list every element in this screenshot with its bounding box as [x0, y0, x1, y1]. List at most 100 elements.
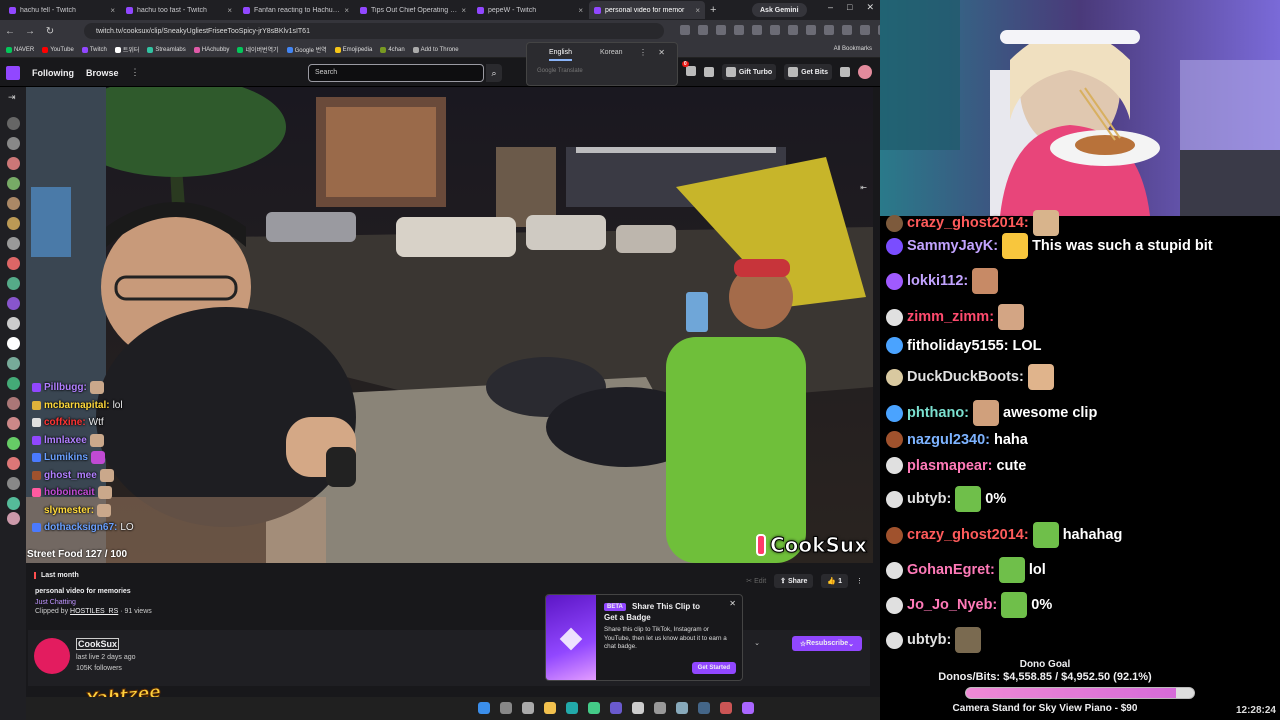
bookmark-item[interactable]: Streamlabs: [147, 46, 186, 53]
search-icon[interactable]: ⌕: [486, 64, 502, 82]
more-options-icon[interactable]: ⋮: [856, 577, 863, 585]
more-options-icon[interactable]: ⋮: [639, 48, 647, 57]
all-bookmarks-button[interactable]: All Bookmarks: [834, 46, 872, 52]
sidebar-channel-avatar[interactable]: [7, 157, 20, 170]
extension-icon[interactable]: [806, 25, 816, 35]
browse-link[interactable]: Browse: [86, 68, 119, 78]
sidebar-channel-avatar[interactable]: [7, 337, 20, 350]
collapse-icon[interactable]: ⇤: [860, 183, 867, 192]
more-icon[interactable]: ⋮: [131, 67, 140, 78]
close-icon[interactable]: ✕: [658, 48, 665, 57]
channel-name[interactable]: CookSux: [76, 638, 120, 650]
extension-icon[interactable]: [824, 25, 834, 35]
crown-icon[interactable]: [840, 67, 850, 77]
tab-english[interactable]: English: [549, 49, 572, 61]
extension-icon[interactable]: [860, 25, 870, 35]
tab-6-active[interactable]: personal video for memor ×: [589, 1, 705, 19]
app-icon[interactable]: [720, 702, 732, 714]
sidebar-channel-avatar[interactable]: [7, 477, 20, 490]
tab-3[interactable]: Fanfan reacting to Hachus vid ×: [238, 1, 354, 19]
sidebar-channel-avatar[interactable]: [7, 437, 20, 450]
tab-1[interactable]: hachu fell - Twitch ×: [4, 1, 120, 19]
maximize-icon[interactable]: □: [847, 2, 852, 13]
extension-icon[interactable]: [842, 25, 852, 35]
close-icon[interactable]: ×: [461, 6, 466, 15]
sidebar-channel-avatar[interactable]: [7, 377, 20, 390]
category-link[interactable]: Just Chatting: [35, 599, 76, 606]
file-explorer-icon[interactable]: [544, 702, 556, 714]
reload-icon[interactable]: ↻: [40, 26, 60, 37]
bookmark-item[interactable]: Google 번역: [286, 45, 327, 54]
steam-icon[interactable]: [698, 702, 710, 714]
tab-korean[interactable]: Korean: [600, 49, 623, 61]
close-window-icon[interactable]: ✕: [866, 2, 874, 13]
tab-4[interactable]: Tips Out Chief Operating Offic ×: [355, 1, 471, 19]
obs-icon[interactable]: [632, 702, 644, 714]
sidebar-channel-avatar[interactable]: [7, 197, 20, 210]
notifications-icon[interactable]: 0: [681, 61, 696, 78]
bookmark-item[interactable]: HAchubby: [193, 46, 229, 53]
extension-icon[interactable]: [788, 25, 798, 35]
get-bits-button[interactable]: Get Bits: [784, 64, 832, 80]
task-view-icon[interactable]: [522, 702, 534, 714]
sidebar-channel-avatar[interactable]: [7, 137, 20, 150]
following-link[interactable]: Following: [32, 68, 74, 78]
search-input[interactable]: Search: [308, 64, 484, 82]
sidebar-channel-avatar[interactable]: [7, 277, 20, 290]
sidebar-channel-avatar[interactable]: [7, 497, 20, 510]
app-icon[interactable]: [676, 702, 688, 714]
sidebar-channel-avatar[interactable]: [7, 512, 20, 525]
sidebar-channel-avatar[interactable]: [7, 317, 20, 330]
close-icon[interactable]: ×: [110, 6, 115, 15]
sidebar-channel-avatar[interactable]: [7, 117, 20, 130]
tab-5[interactable]: pepeW - Twitch ×: [472, 1, 588, 19]
twitch-logo-icon[interactable]: [6, 65, 20, 80]
user-avatar[interactable]: [858, 65, 872, 79]
bookmark-item[interactable]: Add to Throne: [412, 46, 459, 53]
close-icon[interactable]: ×: [578, 6, 583, 15]
url-field[interactable]: twitch.tv/cooksux/clip/SneakyUgliestFris…: [84, 23, 664, 39]
ask-gemini-button[interactable]: Ask Gemini: [752, 3, 807, 17]
sidebar-channel-avatar[interactable]: [7, 257, 20, 270]
close-icon[interactable]: ✕: [729, 599, 736, 608]
bookmark-item[interactable]: YouTube: [42, 46, 74, 53]
new-tab-button[interactable]: +: [710, 4, 716, 16]
tab-2[interactable]: hachu too fast - Twitch ×: [121, 1, 237, 19]
sidebar-channel-avatar[interactable]: [7, 417, 20, 430]
edge-icon[interactable]: [566, 702, 578, 714]
bookmark-item[interactable]: NAVER: [6, 46, 34, 53]
extension-icon[interactable]: [734, 25, 744, 35]
resubscribe-button[interactable]: ☆ Resubscribe ⌄: [791, 636, 862, 651]
share-button[interactable]: ⇪ Share: [774, 574, 814, 588]
app-icon[interactable]: [742, 702, 754, 714]
extension-icon[interactable]: [770, 25, 780, 35]
gift-turbo-button[interactable]: Gift Turbo: [721, 64, 777, 80]
bookmark-item[interactable]: 4chan: [380, 46, 405, 53]
bookmark-star-icon[interactable]: [698, 25, 708, 35]
bookmark-item[interactable]: 트위터: [114, 45, 139, 54]
back-icon[interactable]: ←: [0, 26, 20, 37]
translate-icon[interactable]: [680, 25, 690, 35]
sidebar-channel-avatar[interactable]: [7, 217, 20, 230]
search-icon[interactable]: [500, 702, 512, 714]
bookmark-item[interactable]: 네이버번역기: [237, 45, 279, 54]
discord-icon[interactable]: [610, 702, 622, 714]
close-icon[interactable]: ×: [695, 6, 700, 15]
extension-icon[interactable]: [716, 25, 726, 35]
close-icon[interactable]: ×: [344, 6, 349, 15]
sidebar-channel-avatar[interactable]: [7, 297, 20, 310]
sidebar-channel-avatar[interactable]: [7, 237, 20, 250]
sidebar-channel-avatar[interactable]: [7, 397, 20, 410]
whispers-icon[interactable]: [703, 67, 714, 77]
get-started-button[interactable]: Get Started: [691, 662, 736, 674]
minimize-icon[interactable]: –: [828, 2, 833, 13]
chrome-icon[interactable]: [588, 702, 600, 714]
clipper-link[interactable]: HOSTILES_RS: [70, 608, 118, 615]
bookmark-item[interactable]: Emojipedia: [334, 46, 372, 53]
extension-icon[interactable]: [752, 25, 762, 35]
chevron-down-icon[interactable]: ⌄: [754, 639, 760, 647]
close-icon[interactable]: ×: [227, 6, 232, 15]
sidebar-channel-avatar[interactable]: [7, 457, 20, 470]
channel-avatar[interactable]: [34, 638, 70, 674]
expand-sidebar-icon[interactable]: ⇥: [8, 92, 16, 103]
